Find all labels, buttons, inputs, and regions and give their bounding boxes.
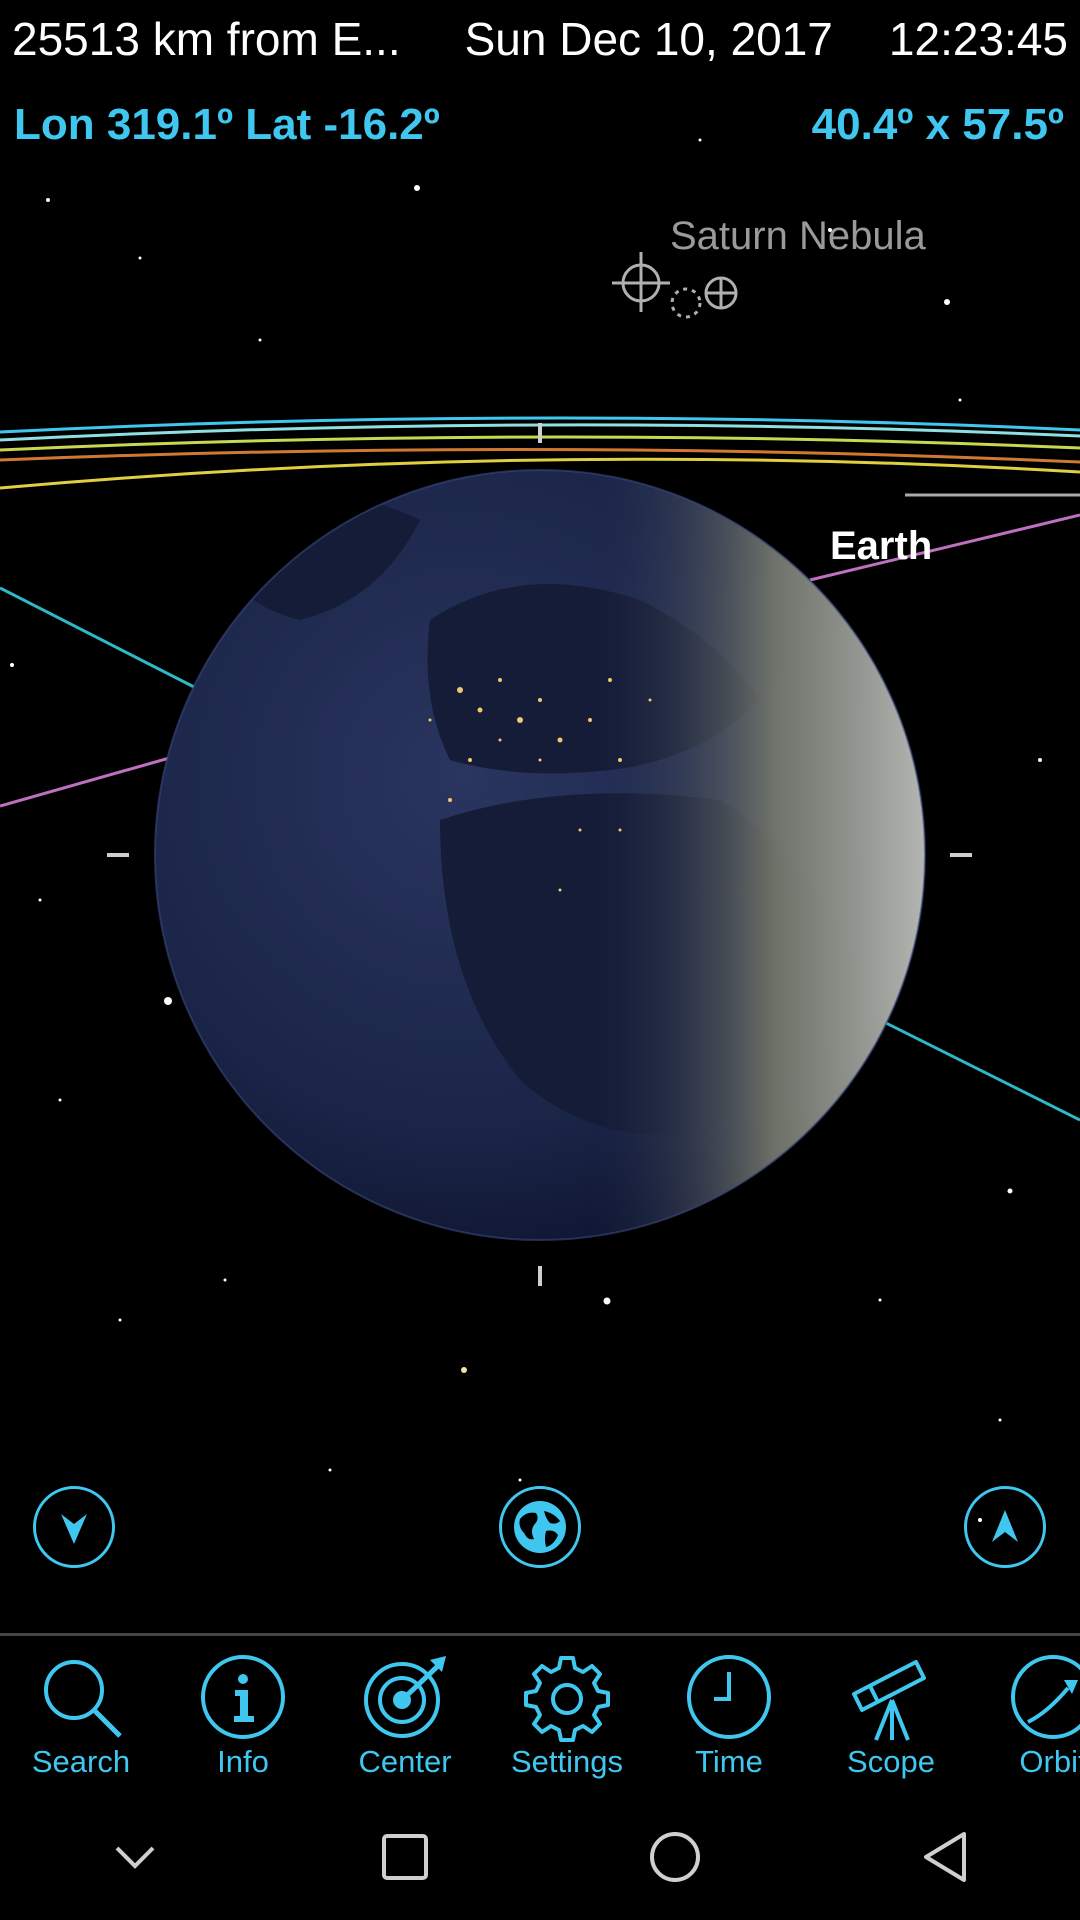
- nebula-marker: [612, 252, 738, 319]
- look-up-button[interactable]: [964, 1486, 1046, 1568]
- bottom-toolbar: Search Info Center Settings Time Scope O…: [0, 1633, 1080, 1796]
- circle-icon: [650, 1831, 700, 1882]
- orbit-icon: [1011, 1655, 1080, 1739]
- chevron-down-icon: [115, 1846, 155, 1869]
- earth-globe: [154, 469, 926, 1241]
- info-button[interactable]: Info: [162, 1636, 324, 1796]
- chevron-up-icon: [992, 1510, 1018, 1542]
- field-of-view: 40.4º x 57.5º: [811, 100, 1064, 149]
- chevron-down-icon: [61, 1514, 87, 1544]
- center-button[interactable]: Center: [324, 1636, 486, 1796]
- scope-button[interactable]: Scope: [810, 1636, 972, 1796]
- square-icon: [382, 1833, 428, 1880]
- earth-label[interactable]: Earth: [830, 524, 932, 569]
- gear-icon: [524, 1656, 610, 1742]
- sky-canvas: [0, 138, 1080, 1522]
- globe-icon: [514, 1501, 566, 1553]
- info-label: Info: [217, 1744, 269, 1779]
- info-icon: [201, 1655, 285, 1739]
- scope-label: Scope: [847, 1744, 935, 1779]
- orbit-label: Orbit: [1019, 1744, 1080, 1779]
- status-bar: 25513 km from E... Sun Dec 10, 2017 12:2…: [0, 0, 1080, 78]
- time-label: Time: [695, 1744, 763, 1779]
- time-text: 12:23:45: [888, 13, 1068, 65]
- clock-icon: [687, 1655, 771, 1739]
- settings-button[interactable]: Settings: [486, 1636, 648, 1796]
- nav-home-button[interactable]: [635, 1817, 715, 1897]
- earth-view-button[interactable]: [499, 1486, 581, 1568]
- look-down-button[interactable]: [33, 1486, 115, 1568]
- nav-back-button[interactable]: [905, 1817, 985, 1897]
- orbit-button[interactable]: Orbit: [972, 1636, 1080, 1796]
- view-coordinates: Lon 319.1º Lat -16.2º: [14, 100, 440, 149]
- target-icon: [364, 1656, 446, 1738]
- sky-view[interactable]: Lon 319.1º Lat -16.2º 40.4º x 57.5º Satu…: [0, 78, 1080, 1633]
- telescope-icon: [852, 1660, 926, 1741]
- time-button[interactable]: Time: [648, 1636, 810, 1796]
- settings-label: Settings: [510, 1744, 623, 1779]
- search-icon: [44, 1660, 122, 1738]
- nav-hide-button[interactable]: [95, 1817, 175, 1897]
- search-label: Search: [31, 1744, 131, 1779]
- center-label: Center: [358, 1744, 452, 1779]
- saturn-nebula-label[interactable]: Saturn Nebula: [670, 214, 926, 259]
- search-button[interactable]: Search: [0, 1636, 162, 1796]
- nav-recents-button[interactable]: [365, 1817, 445, 1897]
- system-nav-bar: [0, 1793, 1080, 1920]
- date-text: Sun Dec 10, 2017: [464, 13, 833, 65]
- back-triangle-icon: [924, 1831, 966, 1882]
- distance-text: 25513 km from E...: [12, 13, 401, 65]
